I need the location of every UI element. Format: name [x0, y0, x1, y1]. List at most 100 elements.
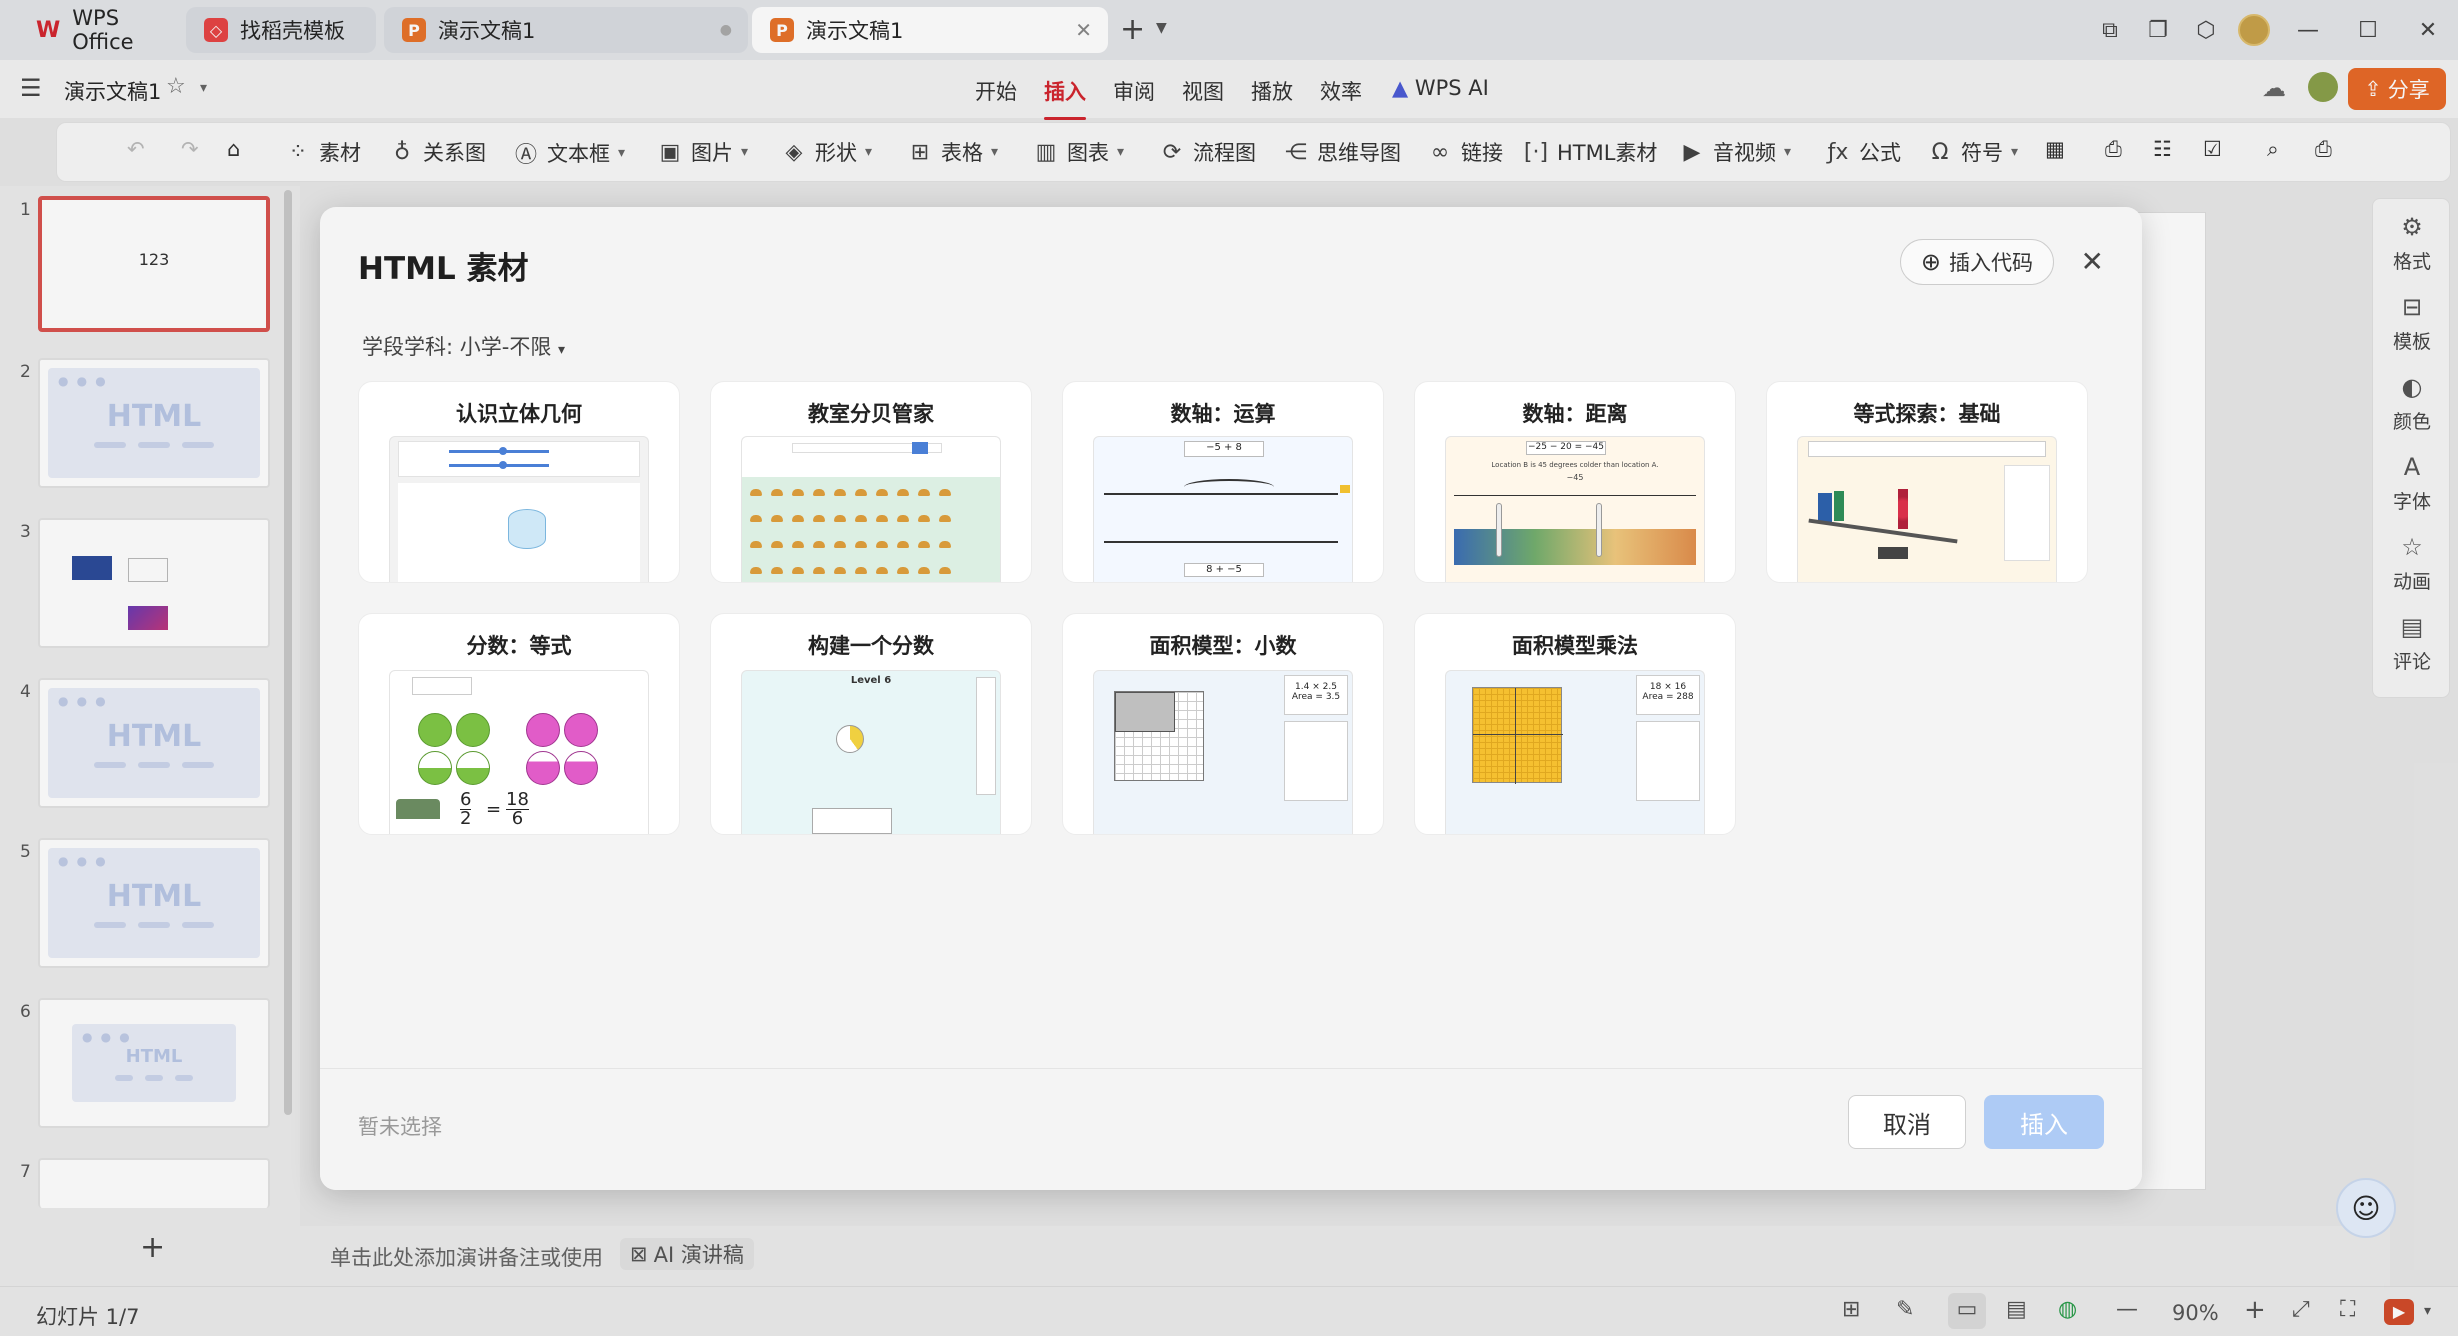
number-line: [1104, 541, 1338, 543]
card-preview: 1.4 × 2.5 Area = 3.5: [1093, 670, 1353, 834]
slider-panel: [398, 441, 640, 477]
seat-icon: [750, 567, 762, 574]
seat-icon: [750, 541, 762, 548]
seat-icon: [855, 541, 867, 548]
seat-icon: [834, 541, 846, 548]
equation-box: −5 + 8: [1184, 441, 1264, 457]
shape-toolbar: [412, 677, 472, 695]
split-line: [1515, 688, 1516, 784]
inventory-panel: [2004, 465, 2050, 561]
close-icon[interactable]: ✕: [2081, 245, 2104, 278]
seat-icon: [813, 489, 825, 496]
thermometer-icon: [1496, 503, 1502, 557]
seat-icon: [813, 515, 825, 522]
card-preview: [741, 436, 1001, 582]
jump-arc: [1184, 479, 1274, 495]
card-title: 等式探索：基础: [1853, 402, 2001, 426]
seat-icon: [792, 541, 804, 548]
equation-bar: [1808, 441, 2046, 457]
selection-status: 暂未选择: [358, 1115, 442, 1139]
block-stack: [1818, 493, 1832, 523]
pie-pink-icon: [526, 713, 560, 747]
seat-icon: [792, 489, 804, 496]
seat-icon: [813, 541, 825, 548]
grid-area: [1472, 687, 1563, 784]
card-title: 分数：等式: [466, 634, 572, 658]
seat-icon: [834, 567, 846, 574]
pie-green-icon: [456, 751, 490, 785]
seat-icon: [792, 567, 804, 574]
card-numberline-ops[interactable]: 数轴：运算 −5 + 8 8 + −5: [1062, 381, 1384, 583]
grade-filter-dropdown[interactable]: 学段学科: 小学-不限 ▾: [362, 331, 565, 361]
tree-stack: [1834, 491, 1844, 521]
card-numberline-distance[interactable]: 数轴：距离 −25 − 20 = −45 Location B is 45 de…: [1414, 381, 1736, 583]
seat-icon: [750, 515, 762, 522]
seat-icon: [834, 515, 846, 522]
card-title: 面积模型：小数: [1149, 634, 1297, 658]
card-build-fraction[interactable]: 构建一个分数 Level 6: [710, 613, 1032, 835]
seat-icon: [939, 489, 951, 496]
insert-code-label: 插入代码: [1949, 251, 2033, 275]
basket-icon: [396, 799, 440, 819]
seat-icon: [939, 567, 951, 574]
card-title: 数轴：运算: [1170, 402, 1276, 426]
marker-icon: [1340, 485, 1350, 493]
seat-icon: [771, 515, 783, 522]
card-3d-geometry[interactable]: 认识立体几何: [358, 381, 680, 583]
pie-pink-icon: [564, 751, 598, 785]
pieces-panel: [976, 677, 996, 795]
seat-icon: [897, 489, 909, 496]
card-equation-explore[interactable]: 等式探索：基础: [1766, 381, 2088, 583]
assistant-robot-icon[interactable]: ☺: [2336, 1178, 2396, 1238]
dimensions-panel: 18 × 16 Area = 288: [1636, 675, 1700, 715]
seat-icon: [834, 489, 846, 496]
html-material-dialog: HTML 素材 ⊕ 插入代码 ✕ 学段学科: 小学-不限 ▾ 认识立体几何 教室分…: [320, 207, 2142, 1190]
seat-icon: [939, 515, 951, 522]
seat-icon: [813, 567, 825, 574]
card-preview: 62 = 18 6: [389, 670, 649, 834]
thermometer-icon: [1596, 503, 1602, 557]
seat-icon: [897, 541, 909, 548]
card-classroom-decibel[interactable]: 教室分贝管家: [710, 381, 1032, 583]
seat-icon: [876, 489, 888, 496]
terrain-image: [1454, 529, 1696, 565]
filter-label: 学段学科: 小学-不限: [362, 335, 552, 359]
seat-icon: [918, 567, 930, 574]
card-fraction-equation[interactable]: 分数：等式 62 = 18 6: [358, 613, 680, 835]
seat-icon: [750, 489, 762, 496]
area-value: Area = 288: [1642, 692, 1694, 702]
seat-icon: [855, 489, 867, 496]
fraction-left: 62: [460, 791, 472, 828]
seat-icon: [897, 567, 909, 574]
card-title: 认识立体几何: [456, 402, 582, 426]
number-line: [1454, 495, 1696, 496]
seat-icon: [855, 567, 867, 574]
card-preview: 18 × 16 Area = 288: [1445, 670, 1705, 834]
equation-box: −25 − 20 = −45: [1526, 441, 1606, 455]
seat-icon: [876, 515, 888, 522]
seat-icon: [918, 489, 930, 496]
card-preview: −25 − 20 = −45 Location B is 45 degrees …: [1445, 436, 1705, 582]
equation-box: 8 + −5: [1184, 563, 1264, 577]
grid-area: [1114, 691, 1204, 781]
dialog-footer: 暂未选择 取消 插入: [320, 1068, 2142, 1190]
plus-circle-icon: ⊕: [1920, 248, 1941, 276]
insert-button[interactable]: 插入: [1984, 1095, 2104, 1149]
products-panel: [1284, 721, 1348, 801]
products-panel: [1636, 721, 1700, 801]
balance-beam: [1808, 518, 1958, 544]
seat-icon: [771, 541, 783, 548]
card-preview: [389, 436, 649, 582]
seat-icon: [918, 515, 930, 522]
card-area-model-decimal[interactable]: 面积模型：小数 1.4 × 2.5 Area = 3.5: [1062, 613, 1384, 835]
card-preview: Level 6: [741, 670, 1001, 834]
seat-icon: [918, 541, 930, 548]
split-line: [1473, 734, 1563, 735]
insert-code-button[interactable]: ⊕ 插入代码: [1899, 239, 2054, 285]
seat-icon: [876, 567, 888, 574]
area-value: Area = 3.5: [1291, 692, 1341, 702]
cancel-button[interactable]: 取消: [1848, 1095, 1966, 1149]
card-area-model-multiply[interactable]: 面积模型乘法 18 × 16 Area = 288: [1414, 613, 1736, 835]
level-label: Level 6: [850, 675, 892, 686]
chevron-down-icon: ▾: [558, 342, 566, 358]
